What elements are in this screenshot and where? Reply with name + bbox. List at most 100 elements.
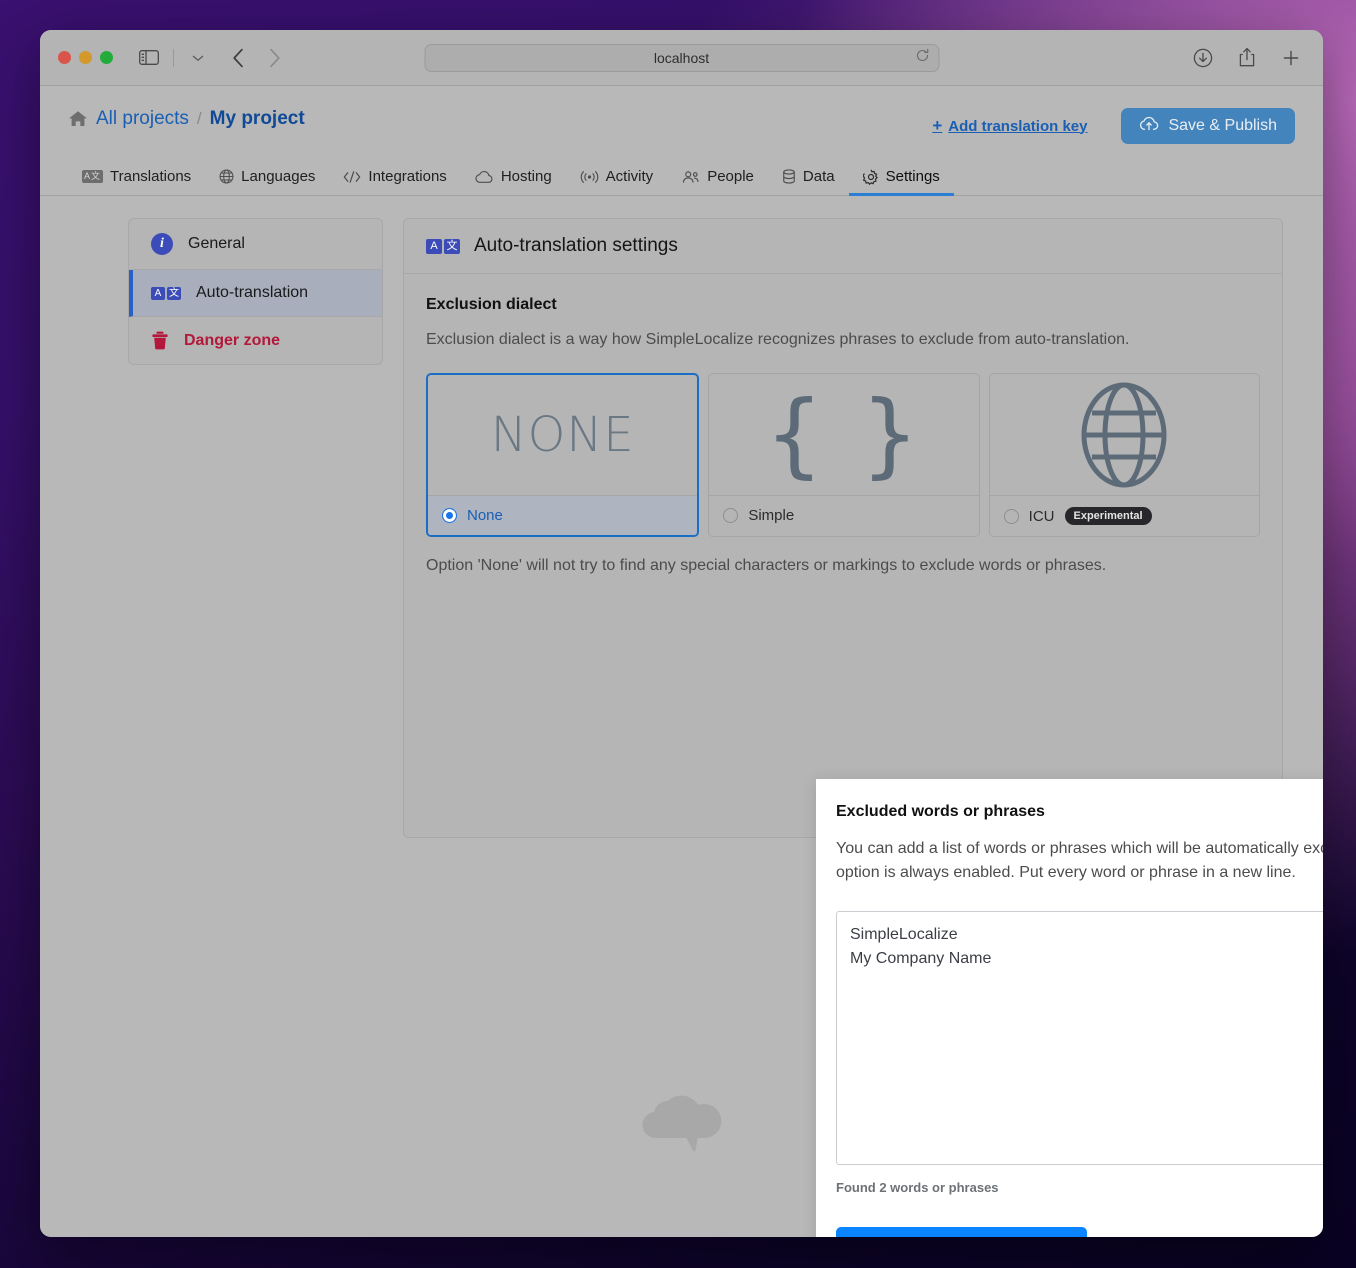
new-tab-plus-icon[interactable]	[1277, 45, 1305, 71]
sidebar-item-general-label: General	[188, 235, 245, 252]
status-badge-experimental: Experimental	[1064, 507, 1152, 526]
chevron-down-icon[interactable]	[184, 45, 212, 71]
radio-simple[interactable]	[723, 508, 739, 524]
none-art-text: NONE	[490, 407, 635, 464]
sidebar-item-general[interactable]: i General	[129, 219, 382, 270]
header-actions: + Add translation key Save & Publish	[932, 108, 1295, 144]
dialect-option-simple[interactable]: { } Simple	[708, 373, 980, 538]
exclusion-dialect-title: Exclusion dialect	[426, 296, 557, 313]
tab-data[interactable]: Data	[768, 168, 849, 195]
sidebar-item-danger-zone-label: Danger zone	[184, 331, 281, 349]
tab-people[interactable]: People	[667, 168, 768, 195]
excluded-words-card: Excluded words or phrases You can add a …	[816, 779, 1323, 1237]
translate-icon: A文	[151, 286, 181, 300]
dialect-option-none[interactable]: NONE None	[426, 373, 700, 538]
database-icon	[782, 169, 796, 184]
tab-people-label: People	[707, 168, 754, 185]
exclusion-dialect-options: NONE None { } Simple ICU Experimental	[426, 373, 1260, 538]
radio-none[interactable]	[442, 508, 457, 524]
cloud-upload-icon	[1139, 116, 1159, 136]
download-icon[interactable]	[1189, 45, 1217, 71]
add-translation-key-label: Add translation key	[948, 117, 1088, 135]
dialect-option-note: Option 'None' will not try to find any s…	[426, 557, 1107, 575]
tab-languages[interactable]: Languages	[205, 168, 329, 195]
panel-header: A文 Auto-translation settings	[404, 219, 1282, 274]
translate-icon: A文	[82, 170, 104, 183]
tab-translations-label: Translations	[110, 168, 192, 185]
auto-translation-panel: A文 Auto-translation settings Exclusion d…	[403, 218, 1323, 1237]
tab-hosting[interactable]: Hosting	[461, 168, 566, 195]
settings-side-menu: i General A文 Auto-translation Danger zon…	[128, 218, 383, 365]
trash-icon	[151, 331, 169, 350]
dialect-option-none-label: None	[467, 507, 503, 525]
app-header: All projects / My project + Add translat…	[40, 86, 1323, 144]
tab-hosting-label: Hosting	[500, 168, 552, 185]
broadcast-icon	[580, 170, 599, 184]
panel-body: Exclusion dialect Exclusion dialect is a…	[404, 274, 1282, 575]
tab-integrations-label: Integrations	[368, 168, 447, 185]
sidebar-item-auto-translation-label: Auto-translation	[196, 284, 309, 301]
dialect-option-icu-footer[interactable]: ICU Experimental	[989, 496, 1259, 537]
page-title: Auto-translation settings	[474, 235, 678, 256]
breadcrumb: All projects / My project	[68, 108, 305, 130]
app-viewport: All projects / My project + Add translat…	[40, 86, 1323, 1237]
excluded-words-input[interactable]	[836, 911, 1323, 1165]
excluded-words-title: Excluded words or phrases	[836, 803, 1045, 820]
translate-icon: A文	[426, 238, 460, 254]
plus-icon: +	[932, 116, 943, 135]
save-and-publish-label: Save & Publish	[1168, 117, 1277, 134]
info-circle-icon: i	[151, 233, 173, 255]
address-bar-url: localhost	[653, 49, 710, 66]
main-nav-tabs: A文 Translations Languages Integrations H…	[40, 158, 1323, 196]
breadcrumb-separator: /	[196, 109, 202, 128]
browser-window: localhost All projects / My project + Ad…	[40, 30, 1323, 1237]
dialect-option-simple-label: Simple	[748, 507, 795, 525]
breadcrumb-current-project[interactable]: My project	[210, 108, 305, 130]
exclusion-dialect-description: Exclusion dialect is a way how SimpleLoc…	[426, 331, 1130, 348]
braces-icon: { }	[709, 374, 979, 497]
code-icon	[343, 170, 361, 184]
address-bar[interactable]: localhost	[424, 43, 939, 72]
save-and-publish-button[interactable]: Save & Publish	[1121, 108, 1295, 144]
maximize-window-button[interactable]	[100, 51, 113, 64]
reload-icon[interactable]	[915, 48, 929, 67]
settings-content: i General A文 Auto-translation Danger zon…	[40, 196, 1323, 1237]
gear-icon	[862, 169, 879, 185]
home-icon[interactable]	[68, 110, 88, 128]
tab-settings[interactable]: Settings	[848, 168, 955, 196]
sidebar-item-auto-translation[interactable]: A文 Auto-translation	[129, 270, 382, 317]
share-icon[interactable]	[1233, 45, 1261, 71]
back-arrow-icon[interactable]	[226, 45, 250, 71]
forward-arrow-icon[interactable]	[262, 45, 286, 71]
save-settings-button[interactable]: Save settings	[836, 1227, 1087, 1237]
window-traffic-lights	[58, 51, 113, 64]
breadcrumb-all-projects[interactable]: All projects	[96, 108, 189, 130]
browser-toolbar: localhost	[40, 30, 1323, 86]
tab-integrations[interactable]: Integrations	[329, 168, 460, 195]
tab-translations[interactable]: A文 Translations	[68, 168, 205, 195]
found-count-text: Found 2 words or phrases	[836, 1180, 999, 1195]
toolbar-divider	[173, 48, 174, 67]
cloud-icon	[475, 170, 494, 184]
tab-activity-label: Activity	[605, 168, 654, 185]
people-icon	[681, 170, 700, 184]
sidebar-toggle-icon[interactable]	[135, 45, 163, 71]
none-art: NONE	[428, 375, 698, 497]
dialect-option-none-footer[interactable]: None	[428, 496, 698, 536]
tab-data-label: Data	[802, 168, 835, 185]
add-translation-key-button[interactable]: + Add translation key	[932, 116, 1087, 136]
excluded-words-description: You can add a list of words or phrases w…	[836, 840, 1323, 881]
braces-art-text: { }	[764, 380, 924, 488]
sidebar-item-danger-zone[interactable]: Danger zone	[129, 317, 382, 364]
dialect-option-icu-label: ICU	[1028, 507, 1055, 525]
tab-settings-label: Settings	[885, 168, 940, 185]
radio-icu[interactable]	[1003, 508, 1019, 524]
globe-icon	[989, 374, 1259, 497]
dialect-option-icu[interactable]: ICU Experimental	[988, 373, 1260, 538]
dialect-option-simple-footer[interactable]: Simple	[709, 496, 979, 536]
tab-languages-label: Languages	[241, 168, 316, 185]
close-window-button[interactable]	[58, 51, 71, 64]
minimize-window-button[interactable]	[79, 51, 92, 64]
excluded-words-textarea-wrapper	[836, 911, 1323, 1170]
tab-activity[interactable]: Activity	[566, 168, 668, 195]
